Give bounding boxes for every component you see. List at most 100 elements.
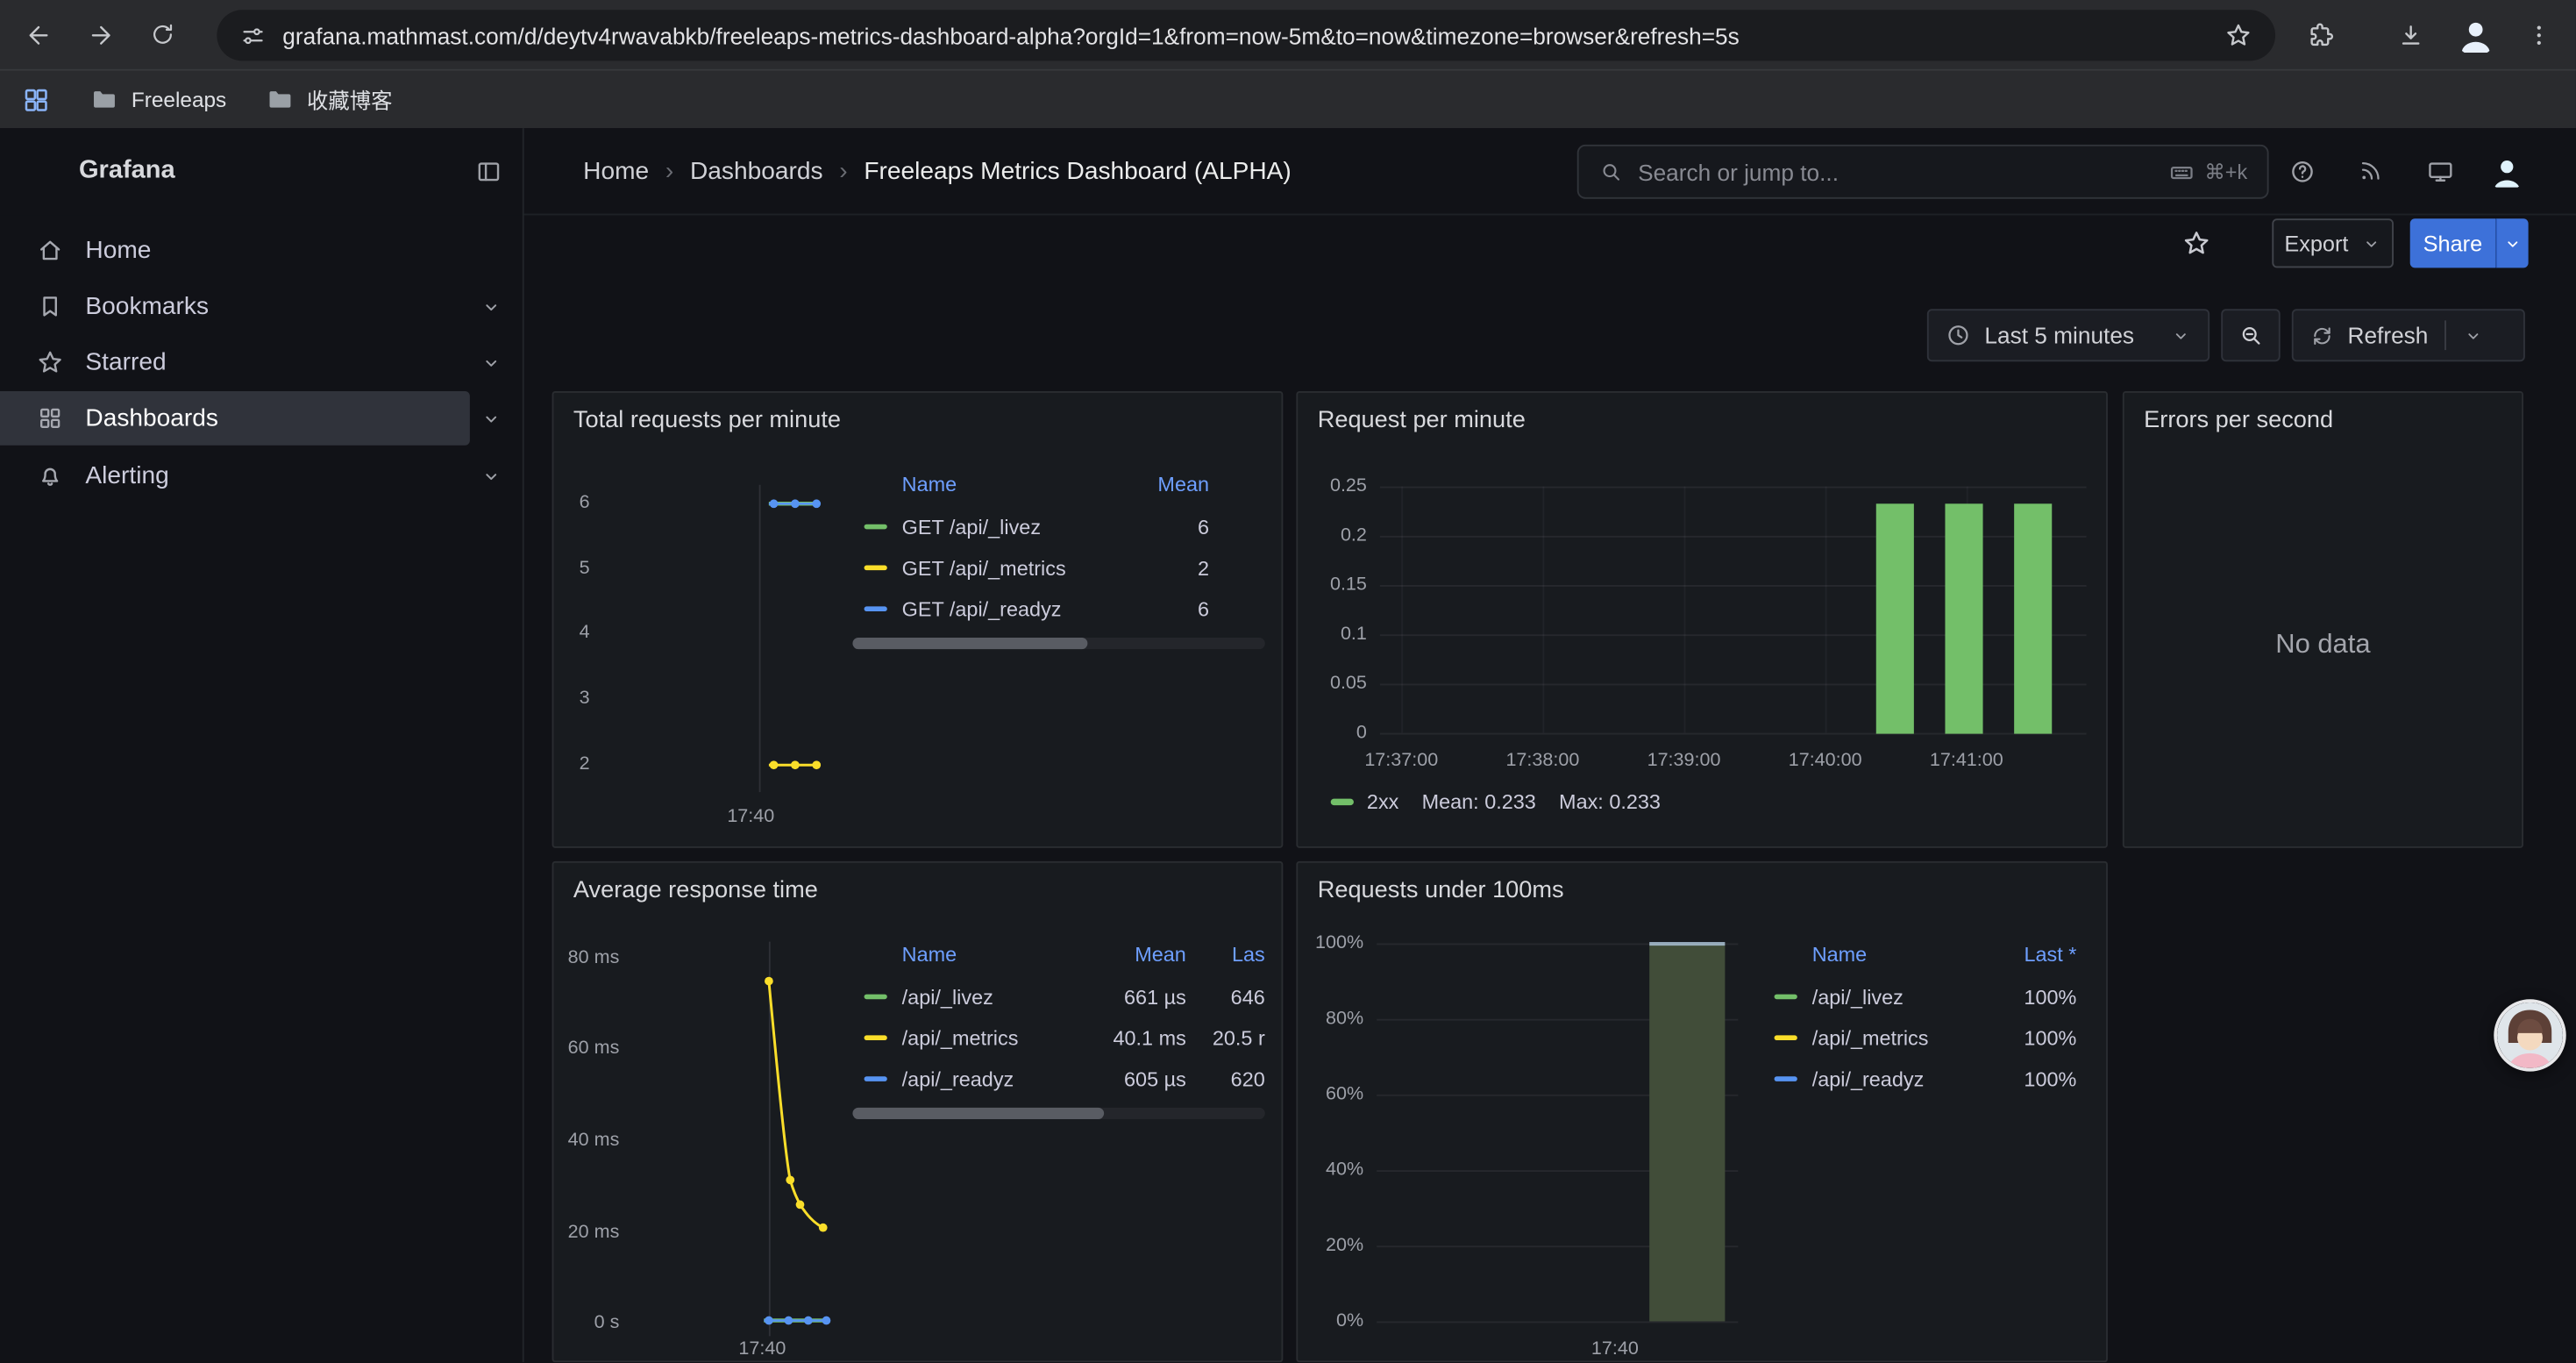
legend-row[interactable]: /api/_metrics 100% xyxy=(1762,1017,2076,1059)
news-button[interactable] xyxy=(2349,150,2392,193)
y-tick: 20% xyxy=(1305,1234,1363,1257)
panel-total-requests-per-minute: Total requests per minute 6 5 4 3 2 17:4… xyxy=(552,391,1284,848)
y-tick: 0 s xyxy=(564,1311,620,1334)
panel-title[interactable]: Requests under 100ms xyxy=(1318,878,1564,904)
browser-back-button[interactable] xyxy=(13,10,62,59)
sidebar-item-starred[interactable]: Starred xyxy=(0,335,470,389)
sidebar-item-home[interactable]: Home xyxy=(0,224,470,278)
help-button[interactable] xyxy=(2281,150,2323,193)
y-tick: 0.1 xyxy=(1307,623,1366,646)
bookmark-star-icon[interactable] xyxy=(2224,21,2252,49)
series-color-dash xyxy=(1331,799,1354,805)
chevron-down-icon xyxy=(480,407,502,430)
sidebar-item-dashboards[interactable]: Dashboards xyxy=(0,391,470,446)
browser-menu-button[interactable] xyxy=(2517,13,2560,56)
star-icon xyxy=(36,348,64,376)
sidebar-item-bookmarks[interactable]: Bookmarks xyxy=(0,280,470,334)
folder-icon xyxy=(266,85,294,113)
legend-header-name[interactable]: Name xyxy=(852,944,1087,967)
extensions-icon[interactable] xyxy=(2298,13,2341,56)
legend-header-last[interactable]: Last * xyxy=(1978,944,2076,967)
series-name: GET /api/_metrics xyxy=(902,556,1117,579)
user-avatar[interactable] xyxy=(2487,151,2527,190)
browser-forward-button[interactable] xyxy=(75,10,125,59)
legend-scrollbar[interactable] xyxy=(852,1108,1264,1119)
legend-row[interactable]: /api/_metrics 40.1 ms 20.5 r xyxy=(852,1017,1264,1059)
breadcrumb-dashboards[interactable]: Dashboards xyxy=(690,158,823,186)
grafana-header: Grafana Home › Dashboards › Freeleaps Me… xyxy=(0,128,2576,215)
sidebar-item-alerting[interactable]: Alerting xyxy=(0,449,470,503)
x-tick: 17:40:00 xyxy=(1775,749,1874,772)
legend-header-name[interactable]: Name xyxy=(1762,944,1977,967)
series-last: 100% xyxy=(1978,1067,2076,1090)
bookmark-folder-freeleaps[interactable]: Freeleaps xyxy=(90,85,226,113)
legend-header-last[interactable]: Las xyxy=(1186,944,1265,967)
bookmark-label: 收藏博客 xyxy=(307,84,392,116)
series-last: 100% xyxy=(1978,985,2076,1008)
legend-scrollbar[interactable] xyxy=(852,638,1264,649)
time-range-picker[interactable]: Last 5 minutes xyxy=(1927,309,2210,361)
series-name: /api/_livez xyxy=(902,985,1088,1008)
scrollbar-thumb[interactable] xyxy=(852,638,1087,649)
y-tick: 0% xyxy=(1305,1309,1363,1332)
folder-icon xyxy=(90,85,118,113)
kiosk-button[interactable] xyxy=(2418,150,2461,193)
series-color-dash xyxy=(865,1076,887,1082)
downloads-icon[interactable] xyxy=(2388,13,2431,56)
legend-row[interactable]: GET /api/_readyz 6 xyxy=(852,589,1209,630)
scrollbar-thumb[interactable] xyxy=(852,1108,1104,1119)
star-icon xyxy=(2181,228,2211,258)
button-divider xyxy=(2444,320,2446,350)
legend-header-mean[interactable]: Mean xyxy=(1087,944,1185,967)
dashboards-expand-button[interactable] xyxy=(470,391,513,446)
browser-reload-button[interactable] xyxy=(138,10,187,59)
legend-row[interactable]: GET /api/_metrics 2 xyxy=(852,547,1209,589)
browser-profile-avatar[interactable] xyxy=(2454,13,2497,56)
help-icon xyxy=(2288,157,2316,185)
export-button[interactable]: Export xyxy=(2272,218,2394,268)
search-input[interactable]: Search or jump to... ⌘+k xyxy=(1577,145,2269,199)
bookmarks-expand-button[interactable] xyxy=(470,280,513,334)
panel-title[interactable]: Average response time xyxy=(573,878,818,904)
breadcrumb-separator: › xyxy=(839,158,847,186)
legend-header-mean[interactable]: Mean xyxy=(1117,474,1209,496)
panel-title[interactable]: Total requests per minute xyxy=(573,408,841,434)
site-info-icon[interactable] xyxy=(240,22,267,48)
series-name: GET /api/_readyz xyxy=(902,597,1117,620)
legend-mean: Mean: 0.233 xyxy=(1422,790,1536,813)
browser-toolbar: grafana.mathmast.com/d/deytv4rwavabkb/fr… xyxy=(0,0,2576,69)
legend-row[interactable]: GET /api/_livez 6 xyxy=(852,506,1209,547)
share-menu-button[interactable] xyxy=(2495,218,2528,268)
series-name: GET /api/_livez xyxy=(902,515,1117,538)
alerting-expand-button[interactable] xyxy=(470,449,513,503)
zoom-out-button[interactable] xyxy=(2221,309,2280,361)
favorite-dashboard-button[interactable] xyxy=(2174,220,2219,266)
sidebar-item-label: Home xyxy=(85,237,151,265)
y-tick: 6 xyxy=(557,491,589,514)
refresh-button[interactable]: Refresh xyxy=(2292,309,2525,361)
chevron-down-icon xyxy=(480,464,502,487)
panel-title[interactable]: Errors per second xyxy=(2144,408,2333,434)
legend-row[interactable]: /api/_readyz 605 µs 620 xyxy=(852,1059,1264,1100)
url-bar[interactable]: grafana.mathmast.com/d/deytv4rwavabkb/fr… xyxy=(217,10,2275,61)
bookmarks-bar: Freeleaps 收藏博客 xyxy=(0,69,2576,128)
grafana-logo[interactable] xyxy=(26,153,64,190)
assistant-avatar[interactable] xyxy=(2494,999,2565,1071)
panel-title[interactable]: Request per minute xyxy=(1318,408,1526,434)
series-name[interactable]: 2xx xyxy=(1367,790,1398,813)
sidebar-collapse-button[interactable] xyxy=(466,150,509,193)
sidebar-item-label: Dashboards xyxy=(85,404,218,432)
breadcrumb-home[interactable]: Home xyxy=(583,158,649,186)
bookmark-folder-blog[interactable]: 收藏博客 xyxy=(266,84,392,116)
no-data-message: No data xyxy=(2124,630,2522,661)
y-tick: 2 xyxy=(557,753,589,775)
series-name: /api/_readyz xyxy=(902,1067,1088,1090)
legend-row[interactable]: /api/_livez 661 µs 646 xyxy=(852,976,1264,1017)
apps-grid-icon[interactable] xyxy=(21,84,51,114)
legend-header-name[interactable]: Name xyxy=(852,474,1117,496)
legend-row[interactable]: /api/_livez 100% xyxy=(1762,976,2076,1017)
chevron-down-icon xyxy=(2360,232,2381,253)
starred-expand-button[interactable] xyxy=(470,335,513,389)
share-button[interactable]: Share xyxy=(2410,218,2495,268)
legend-row[interactable]: /api/_readyz 100% xyxy=(1762,1059,2076,1100)
